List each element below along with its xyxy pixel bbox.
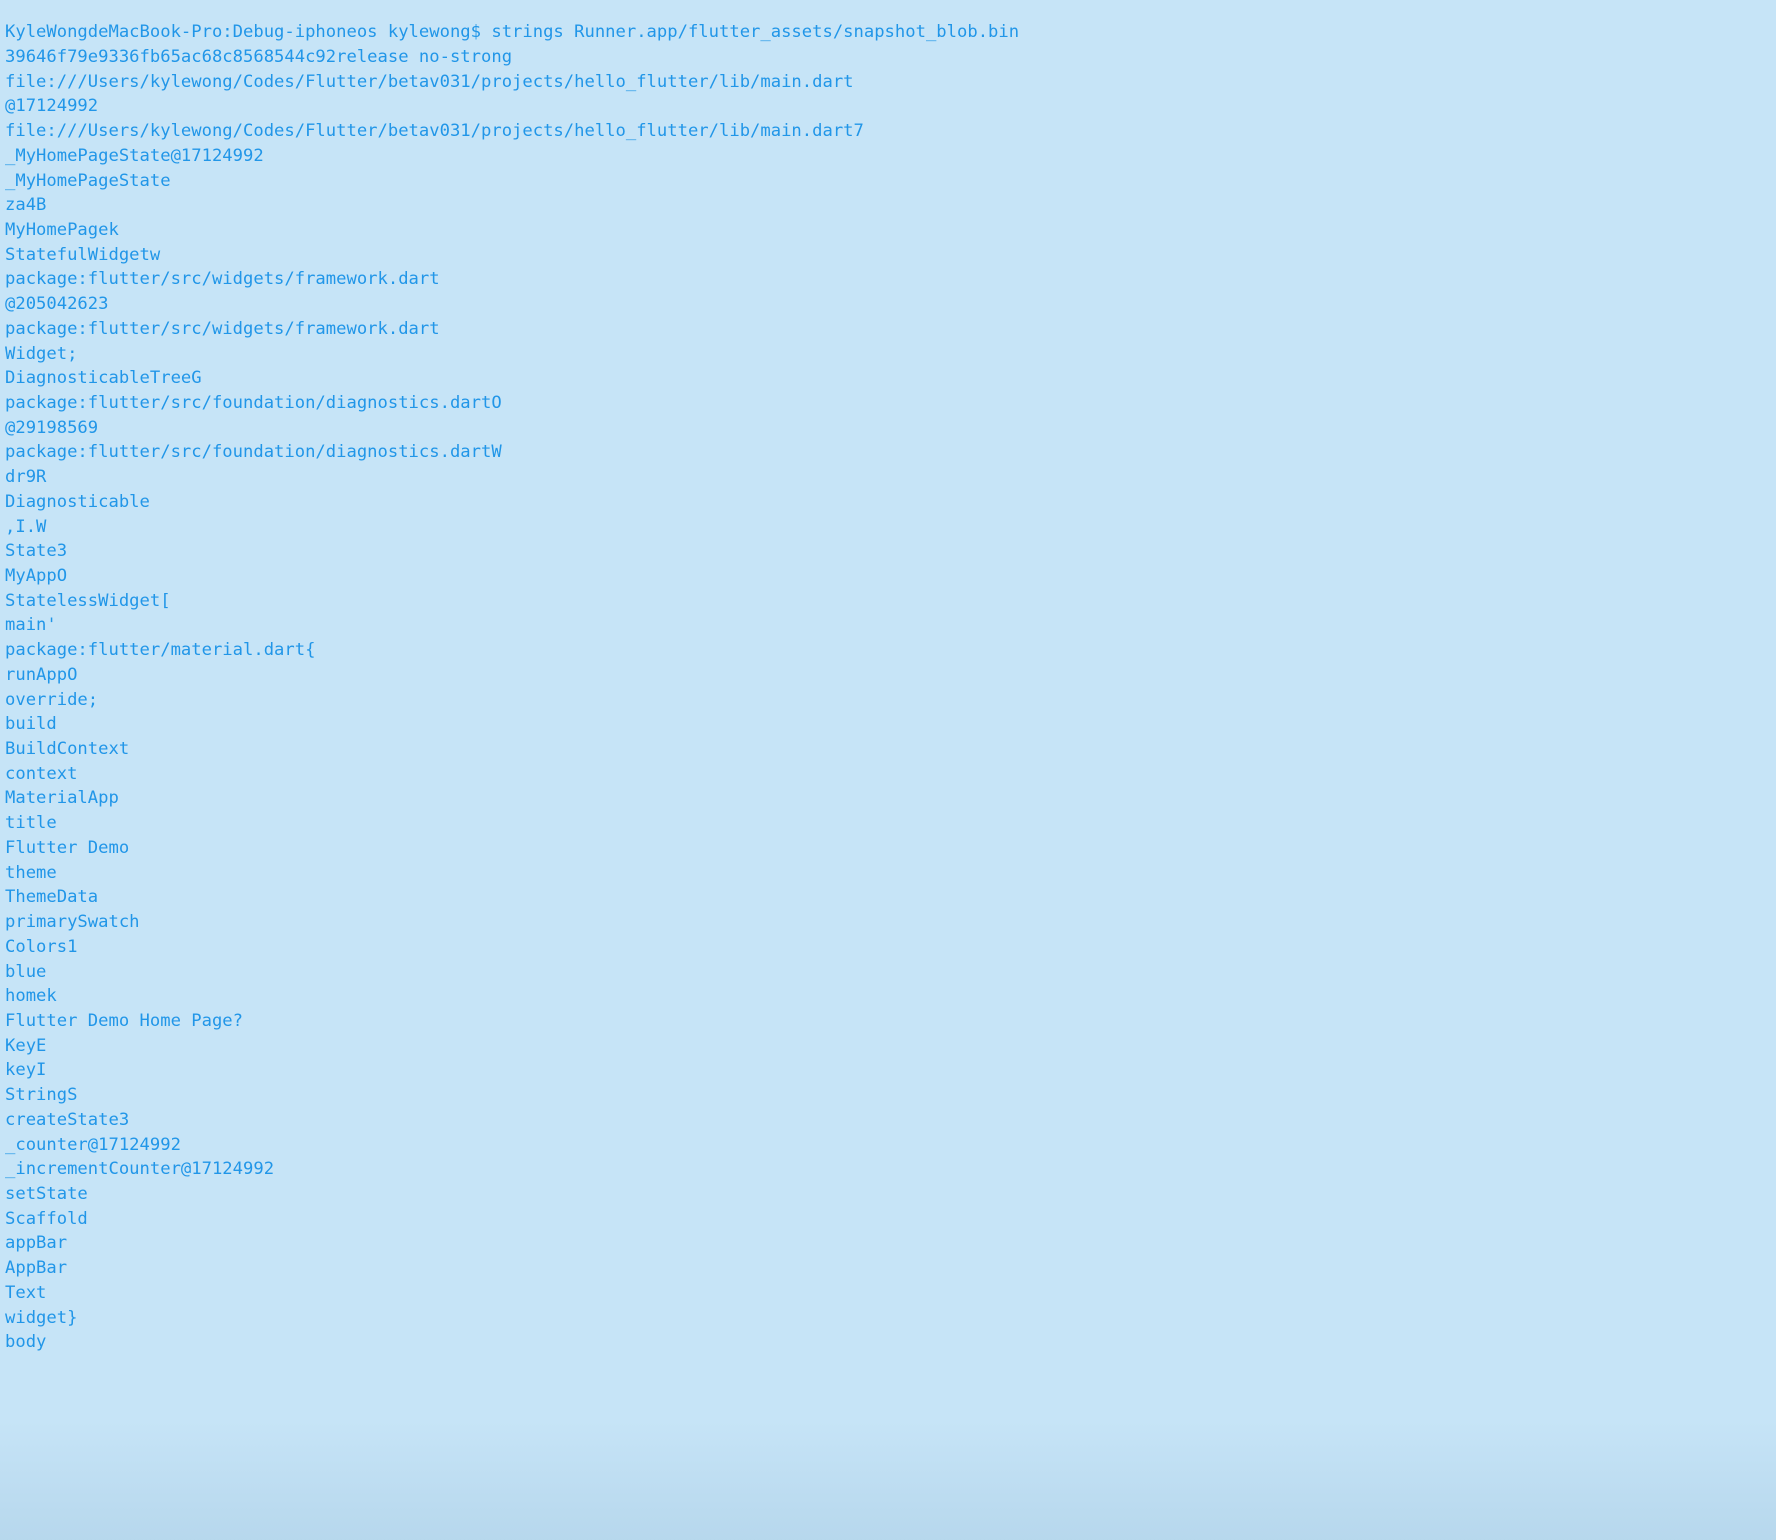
terminal-line: 39646f79e9336fb65ac68c8568544c92release … — [5, 46, 513, 67]
terminal-line: package:flutter/src/foundation/diagnosti… — [5, 442, 502, 463]
terminal-line: MyHomePagek — [5, 219, 119, 240]
terminal-line: appBar — [5, 1233, 68, 1254]
terminal-line: title — [5, 813, 57, 834]
terminal-line: override; — [5, 689, 99, 710]
terminal-line: package:flutter/src/widgets/framework.da… — [5, 269, 440, 290]
terminal-line: homek — [5, 986, 57, 1007]
terminal-line: _MyHomePageState — [5, 170, 171, 191]
terminal-window[interactable]: KyleWongdeMacBook-Pro:Debug-iphoneos kyl… — [0, 0, 1776, 1540]
terminal-line: MyAppO — [5, 566, 68, 586]
terminal-line: StringS — [5, 1085, 78, 1106]
terminal-line: za4B — [5, 195, 47, 216]
terminal-line: file:///Users/kylewong/Codes/Flutter/bet… — [5, 121, 864, 142]
terminal-line: DiagnosticableTreeG — [5, 368, 202, 389]
terminal-line: file:///Users/kylewong/Codes/Flutter/bet… — [5, 71, 854, 92]
terminal-line: Flutter Demo — [5, 837, 130, 858]
terminal-line: _incrementCounter@17124992 — [5, 1159, 275, 1180]
terminal-line: package:flutter/src/widgets/framework.da… — [5, 318, 440, 339]
terminal-line: @29198569 — [5, 417, 99, 438]
terminal-line: Text — [5, 1282, 47, 1303]
terminal-line: body — [5, 1332, 47, 1353]
terminal-line: State3 — [5, 541, 68, 562]
terminal-line: AppBar — [5, 1258, 68, 1279]
terminal-line: runAppO — [5, 664, 78, 685]
terminal-line: package:flutter/src/foundation/diagnosti… — [5, 392, 502, 413]
terminal-line: setState — [5, 1183, 88, 1204]
terminal-line: ThemeData — [5, 887, 99, 908]
terminal-line: StatefulWidgetw — [5, 244, 161, 265]
terminal-line: build — [5, 714, 57, 735]
terminal-line: Widget; — [5, 343, 78, 364]
terminal-line: primarySwatch — [5, 912, 140, 933]
terminal-line: @205042623 — [5, 294, 109, 315]
terminal-line: _counter@17124992 — [5, 1134, 181, 1155]
terminal-output[interactable]: KyleWongdeMacBook-Pro:Debug-iphoneos kyl… — [0, 17, 1776, 1355]
terminal-line: ,I.W — [5, 516, 47, 537]
terminal-line: BuildContext — [5, 739, 130, 760]
terminal-line: keyI — [5, 1060, 47, 1081]
terminal-line: context — [5, 763, 78, 784]
terminal-line: MaterialApp — [5, 788, 119, 809]
terminal-line: dr9R — [5, 467, 47, 488]
terminal-line: main' — [5, 615, 57, 636]
terminal-line: @17124992 — [5, 96, 99, 117]
terminal-line: blue — [5, 961, 47, 982]
terminal-line: KeyE — [5, 1035, 47, 1056]
terminal-line: Diagnosticable — [5, 491, 150, 512]
terminal-line: Scaffold — [5, 1208, 88, 1229]
terminal-line: createState3 — [5, 1109, 130, 1130]
terminal-line: widget} — [5, 1307, 78, 1328]
terminal-line: Flutter Demo Home Page? — [5, 1010, 243, 1031]
terminal-line: StatelessWidget[ — [5, 590, 171, 611]
terminal-line: theme — [5, 862, 57, 883]
terminal-line: package:flutter/material.dart{ — [5, 640, 316, 661]
terminal-line: Colors1 — [5, 936, 78, 957]
terminal-line: KyleWongdeMacBook-Pro:Debug-iphoneos kyl… — [5, 22, 1020, 43]
terminal-line: _MyHomePageState@17124992 — [5, 145, 264, 166]
